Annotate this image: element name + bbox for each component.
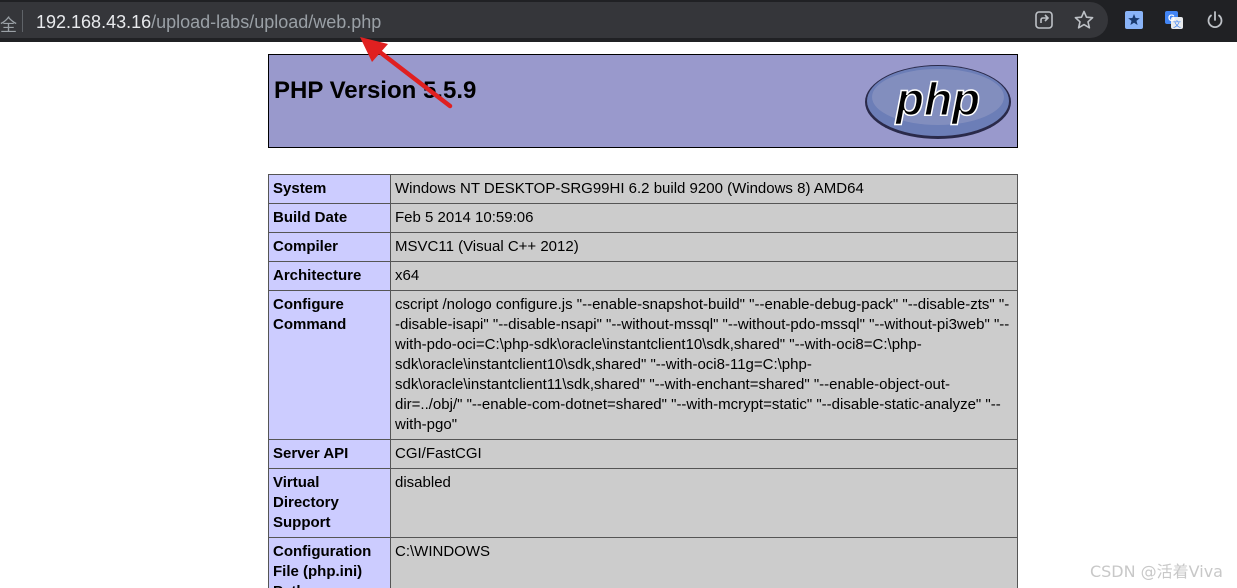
- info-row: Configuration File (php.ini) PathC:\WIND…: [268, 537, 1018, 588]
- browser-toolbar: 全 192.168.43.16/upload-labs/upload/web.p…: [0, 0, 1237, 42]
- info-key: Virtual Directory Support: [268, 468, 391, 538]
- info-key: Compiler: [268, 232, 391, 262]
- security-label[interactable]: 全: [0, 11, 17, 36]
- php-info-table: System Windows NT DESKTOP-SRG99HI 6.2 bui…: [268, 174, 1018, 588]
- share-icon[interactable]: [1033, 9, 1055, 31]
- extension-star-icon[interactable]: [1123, 9, 1145, 31]
- url-host: 192.168.43.16: [36, 12, 152, 32]
- address-separator: [22, 10, 23, 32]
- info-key: System: [268, 174, 391, 204]
- info-row: Compiler MSVC11 (Visual C++ 2012): [268, 232, 1018, 262]
- php-logo-text: php: [894, 73, 980, 125]
- info-value: C:\WINDOWS: [390, 537, 1018, 588]
- info-value: cscript /nologo configure.js "--enable-s…: [390, 290, 1018, 440]
- red-arrow-annotation: [350, 34, 460, 114]
- power-icon[interactable]: [1204, 9, 1226, 31]
- address-bar[interactable]: 全 192.168.43.16/upload-labs/upload/web.p…: [0, 2, 1108, 38]
- info-key: Architecture: [268, 261, 391, 291]
- info-row: System Windows NT DESKTOP-SRG99HI 6.2 bui…: [268, 174, 1018, 204]
- info-key: Build Date: [268, 203, 391, 233]
- php-logo[interactable]: php: [864, 64, 1012, 140]
- info-value: Windows NT DESKTOP-SRG99HI 6.2 build 920…: [390, 174, 1018, 204]
- info-value: CGI/FastCGI: [390, 439, 1018, 469]
- info-value: Feb 5 2014 10:59:06: [390, 203, 1018, 233]
- info-key: Server API: [268, 439, 391, 469]
- info-value: MSVC11 (Visual C++ 2012): [390, 232, 1018, 262]
- svg-text:文: 文: [1173, 19, 1181, 29]
- info-key: Configure Command: [268, 290, 391, 440]
- translate-icon[interactable]: G文: [1163, 9, 1185, 31]
- bookmark-star-icon[interactable]: [1073, 9, 1095, 31]
- info-value: x64: [390, 261, 1018, 291]
- url-path: /upload-labs/upload/web.php: [151, 12, 382, 32]
- info-row: Virtual Directory Support disabled: [268, 468, 1018, 538]
- info-row: Build Date Feb 5 2014 10:59:06: [268, 203, 1018, 233]
- info-value: disabled: [390, 468, 1018, 538]
- info-row: Configure Command cscript /nologo configu…: [268, 290, 1018, 440]
- info-row: Server API CGI/FastCGI: [268, 439, 1018, 469]
- csdn-watermark: CSDN @活着Viva: [1089, 562, 1223, 581]
- info-key: Configuration File (php.ini) Path: [268, 537, 391, 588]
- info-row: Architecture x64: [268, 261, 1018, 291]
- url-text[interactable]: 192.168.43.16/upload-labs/upload/web.php: [36, 11, 381, 33]
